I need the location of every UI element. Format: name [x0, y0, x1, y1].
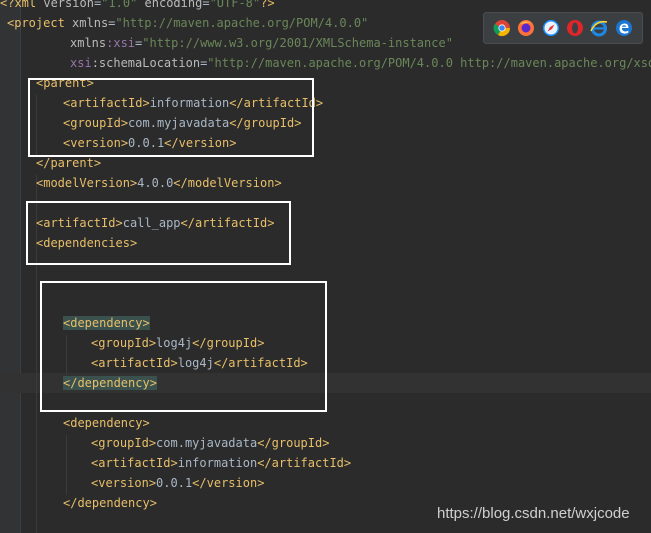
code-token: "http://www.w3.org/2001/XMLSchema-instan…	[142, 36, 453, 50]
code-token: dependency	[77, 496, 150, 510]
code-line: <project xmlns="http://maven.apache.org/…	[7, 13, 368, 33]
code-token: "1.0"	[101, 0, 138, 10]
code-token: project	[14, 16, 65, 30]
code-token: >	[315, 96, 324, 110]
code-token: :xsi	[106, 36, 136, 50]
code-token: >	[257, 476, 265, 490]
code-token: dependency	[70, 416, 143, 430]
code-token: 4.0.0	[137, 176, 174, 190]
annotation-box-dependency	[40, 281, 327, 412]
chrome-icon[interactable]	[493, 19, 511, 37]
code-token: </	[257, 456, 272, 470]
code-token: >	[142, 416, 150, 430]
code-token: 0.0.1	[156, 476, 193, 490]
firefox-icon[interactable]	[517, 19, 535, 37]
code-token: >	[170, 456, 178, 470]
code-token: >	[93, 156, 102, 170]
code-token: modelVersion	[43, 176, 130, 190]
code-line: </dependency>	[63, 493, 157, 513]
edge-icon[interactable]	[615, 19, 633, 37]
code-line: <artifactId>information</artifactId>	[91, 453, 351, 473]
code-token: parent	[50, 156, 94, 170]
code-token: </	[192, 476, 207, 490]
code-token: ?>	[260, 0, 275, 10]
code-token: "http://maven.apache.org/POM/4.0.0 http:…	[207, 56, 651, 70]
browser-preview-bar	[483, 12, 643, 44]
code-token: version	[206, 476, 258, 490]
code-token: >	[343, 456, 352, 470]
code-token: artifactId	[98, 456, 171, 470]
code-line: xsi:schemaLocation="http://maven.apache.…	[70, 53, 651, 73]
code-token: groupId	[98, 436, 149, 450]
code-token: "http://maven.apache.org/POM/4.0.0"	[115, 16, 369, 30]
code-token: xsi	[70, 56, 92, 70]
code-line: <?xml version="1.0" encoding="UTF-8"?>	[0, 0, 275, 13]
indent-guide	[66, 435, 67, 495]
annotation-box-artifact	[26, 201, 291, 265]
code-token: </	[173, 176, 188, 190]
code-token: </	[257, 436, 272, 450]
code-token: xmlns	[72, 16, 109, 30]
code-token: >	[274, 176, 282, 190]
code-line: xmlns:xsi="http://www.w3.org/2001/XMLSch…	[70, 33, 453, 53]
code-token: com.myjavadata	[156, 436, 258, 450]
code-token: groupId	[271, 436, 323, 450]
code-token: >	[149, 496, 157, 510]
code-token: information	[177, 456, 258, 470]
code-line: <dependency>	[63, 413, 150, 433]
code-token: encoding	[144, 0, 203, 10]
annotation-box-parent	[28, 78, 314, 157]
code-line: <version>0.0.1</version>	[91, 473, 264, 493]
code-token: =	[202, 0, 210, 10]
code-token: version	[98, 476, 149, 490]
code-token: >	[148, 436, 157, 450]
code-token: </	[36, 156, 51, 170]
editor-gutter	[0, 0, 20, 533]
code-line: <groupId>com.myjavadata</groupId>	[91, 433, 329, 453]
code-token: modelVersion	[187, 176, 275, 190]
code-token: artifactId	[271, 456, 344, 470]
code-token: </	[63, 496, 78, 510]
code-token: xml	[14, 0, 44, 10]
code-token: "UTF-8"	[209, 0, 261, 10]
opera-icon[interactable]	[566, 19, 584, 37]
code-token: :schemaLocation	[91, 56, 201, 70]
code-line: <modelVersion>4.0.0</modelVersion>	[36, 173, 282, 193]
ie-icon[interactable]	[590, 19, 608, 37]
code-token: >	[322, 436, 330, 450]
watermark-text: https://blog.csdn.net/wxjcode	[437, 505, 630, 522]
safari-icon[interactable]	[542, 19, 560, 37]
gutter-divider	[20, 0, 21, 533]
code-token: <?	[0, 0, 15, 10]
code-token: xmlns	[70, 36, 107, 50]
code-token: >	[148, 476, 157, 490]
code-token: version	[43, 0, 94, 10]
